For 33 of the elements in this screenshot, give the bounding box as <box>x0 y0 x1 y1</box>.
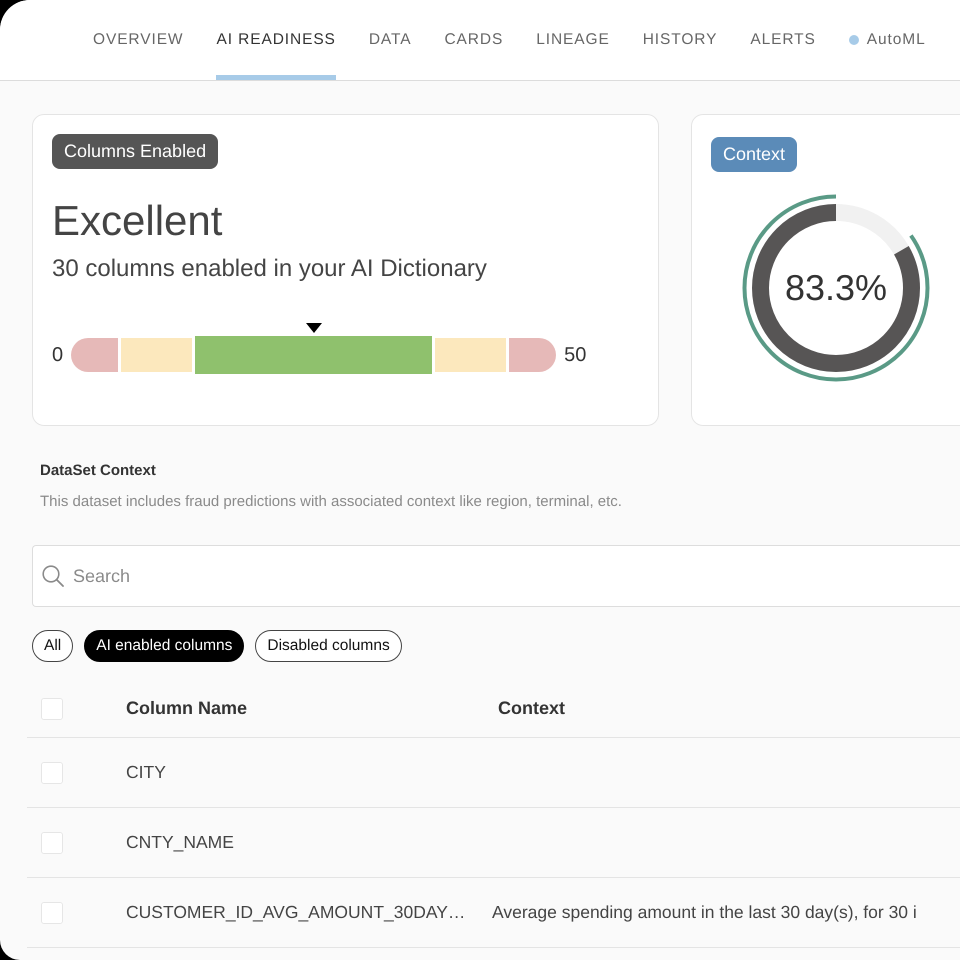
nav-tab[interactable]: AI READINESS <box>216 0 336 80</box>
column-name-cell: CUSTOMER_ID_AVG_AMOUNT_30DAY… <box>126 902 466 922</box>
gauge-max-label: 50 <box>564 343 586 368</box>
section-description: This dataset includes fraud predictions with associated context like region, terminal, etc. <box>40 492 623 512</box>
filter-chip[interactable]: All <box>32 630 74 662</box>
column-name-cell: CITY <box>126 762 166 782</box>
nav-tab[interactable]: OVERVIEW <box>93 0 184 80</box>
filter-chip[interactable]: Disabled columns <box>255 630 402 662</box>
column-header: Column Name <box>126 698 248 719</box>
summary-text: 30 columns enabled in your AI Dictionary <box>52 254 487 284</box>
nav-tab[interactable]: HISTORY <box>642 0 718 80</box>
row-checkbox[interactable] <box>41 762 63 784</box>
column-name-cell: CNTY_NAME <box>126 832 234 852</box>
row-checkbox[interactable] <box>41 902 63 924</box>
search-icon <box>42 565 64 587</box>
row-checkbox[interactable] <box>41 832 63 854</box>
context-cell: Average spending amount in the last 30 day(s), for 30 i <box>492 902 917 922</box>
percent-reading: 83.3% <box>784 267 888 309</box>
card-tag: Context <box>711 137 798 172</box>
search-field[interactable]: Search <box>32 545 960 607</box>
rating-text: Excellent <box>52 196 222 246</box>
column-header: Context <box>498 698 565 719</box>
nav-tab[interactable]: ALERTS <box>750 0 816 80</box>
status-dot-icon <box>848 35 859 45</box>
gauge-min-label: 0 <box>52 343 64 368</box>
card-tag: Columns Enabled <box>52 134 218 169</box>
nav-tab[interactable]: AutoML <box>848 0 926 80</box>
filter-chip[interactable]: AI enabled columns <box>84 630 244 662</box>
select-all-checkbox[interactable] <box>41 698 63 720</box>
nav-tab[interactable]: CARDS <box>444 0 504 80</box>
section-title: DataSet Context <box>40 461 157 481</box>
nav-tab[interactable]: LINEAGE <box>536 0 610 80</box>
nav-tab[interactable]: DATA <box>368 0 412 80</box>
